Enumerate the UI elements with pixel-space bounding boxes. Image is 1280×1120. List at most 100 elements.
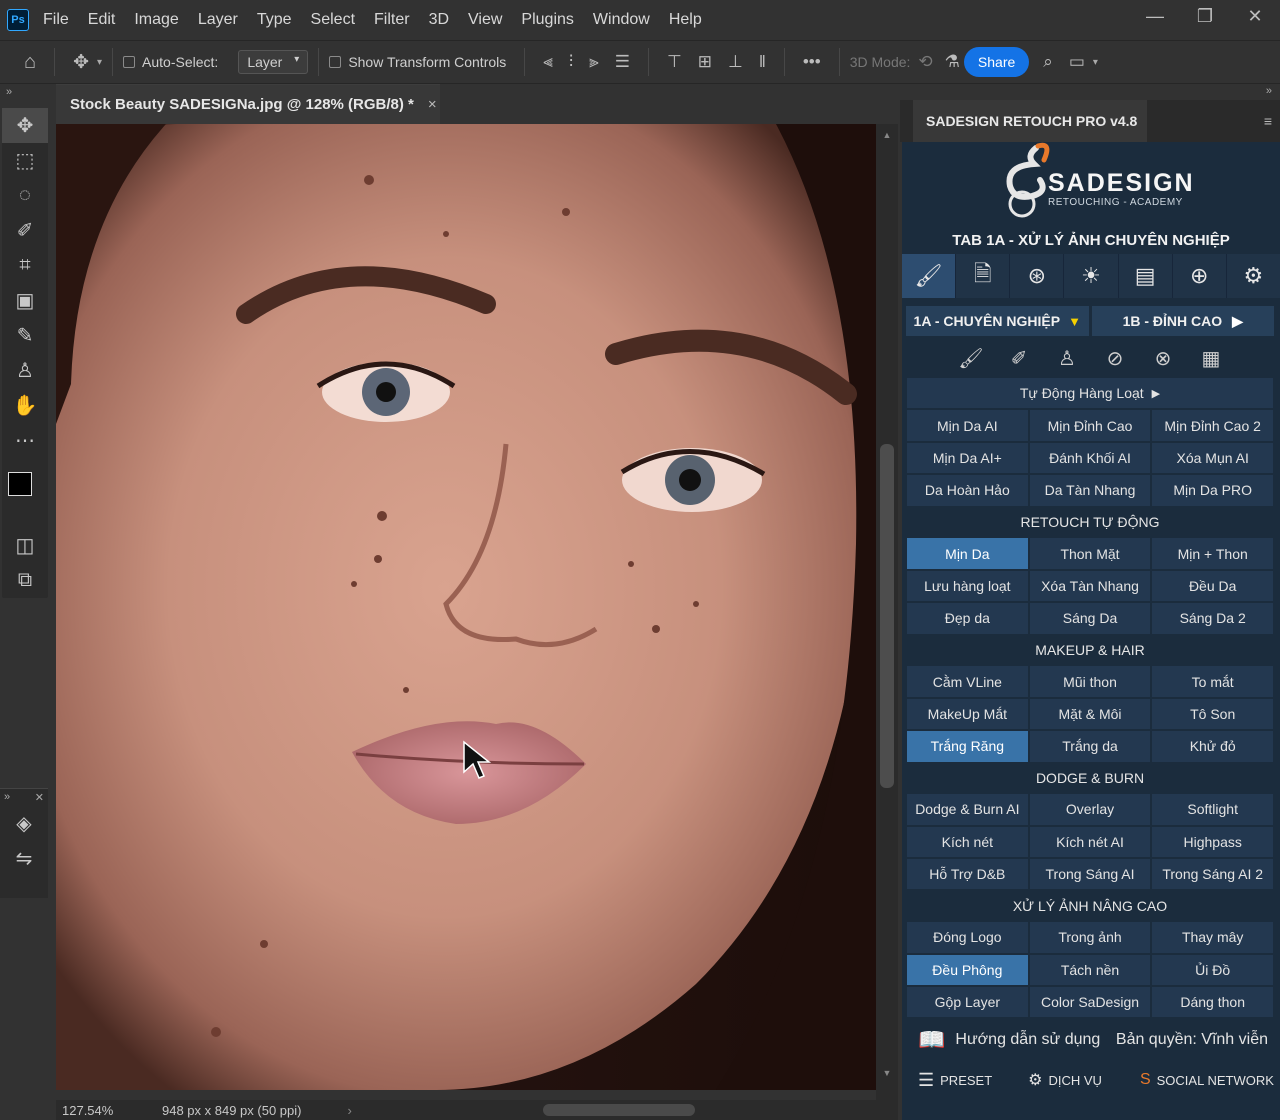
hand-tool[interactable]: ✋ bbox=[2, 388, 48, 423]
history-icon[interactable]: ⇋ bbox=[0, 841, 48, 876]
action-button[interactable]: Softlight bbox=[1152, 794, 1274, 825]
action-button[interactable]: Trong Sáng AI bbox=[1029, 859, 1151, 890]
action-button[interactable]: Color SaDesign bbox=[1029, 987, 1151, 1018]
lasso-tool[interactable]: ◌ bbox=[2, 178, 48, 213]
settings-tab-icon[interactable]: ⚙ bbox=[1227, 254, 1280, 298]
menu-type[interactable]: Type bbox=[257, 11, 292, 29]
chevron-down-icon[interactable]: ▾ bbox=[1093, 57, 1098, 68]
action-button[interactable]: Kích nét AI bbox=[1029, 826, 1151, 858]
expand-icon[interactable]: » bbox=[6, 86, 12, 98]
expand-icon[interactable]: » bbox=[4, 791, 10, 804]
stamp-tool[interactable]: ♙ bbox=[2, 353, 48, 388]
flask-icon[interactable]: ⚗ bbox=[945, 52, 960, 72]
menu-filter[interactable]: Filter bbox=[374, 11, 410, 29]
action-button[interactable]: MakeUp Mắt bbox=[907, 698, 1028, 730]
more-options-icon[interactable]: ••• bbox=[803, 52, 821, 72]
action-button[interactable]: Sáng Da bbox=[1029, 603, 1151, 634]
panel-title-tab[interactable]: SADESIGN RETOUCH PRO v4.8 bbox=[913, 100, 1148, 142]
action-button[interactable]: Mịn Da AI bbox=[907, 410, 1028, 441]
home-icon[interactable]: ⌂ bbox=[24, 51, 36, 74]
document-tab-icon[interactable]: 🗎 bbox=[956, 254, 1011, 298]
photoshop-logo[interactable]: Ps bbox=[7, 9, 29, 31]
frame-tool[interactable]: ▣ bbox=[2, 283, 48, 318]
action-button[interactable]: Dodge & Burn AI bbox=[907, 794, 1028, 825]
social-link[interactable]: SOCIAL NETWORK bbox=[1157, 1073, 1274, 1088]
action-button[interactable]: Mịn + Thon bbox=[1152, 538, 1274, 569]
scroll-down-icon[interactable]: ▼ bbox=[876, 1068, 898, 1078]
close-icon[interactable]: ✕ bbox=[1230, 0, 1280, 32]
subtab-1b[interactable]: 1B - ĐỈNH CAO ▶ bbox=[1091, 306, 1274, 336]
menu-plugins[interactable]: Plugins bbox=[521, 11, 573, 29]
action-button[interactable]: Kích nét bbox=[907, 826, 1028, 858]
action-button[interactable]: Trong ảnh bbox=[1029, 922, 1151, 953]
service-link[interactable]: DỊCH VỤ bbox=[1049, 1073, 1102, 1088]
align-right-icon[interactable]: ⫸ bbox=[589, 52, 599, 72]
foreground-color[interactable] bbox=[8, 472, 32, 496]
workspace-icon[interactable]: ▭ bbox=[1069, 52, 1085, 72]
action-button[interactable]: Da Tàn Nhang bbox=[1029, 475, 1151, 506]
action-button[interactable]: Lưu hàng loạt bbox=[907, 570, 1028, 602]
menu-layer[interactable]: Layer bbox=[198, 11, 238, 29]
rgb-tab-icon[interactable]: ⊕ bbox=[1173, 254, 1227, 298]
action-button[interactable]: Mịn Da bbox=[907, 538, 1028, 569]
action-button[interactable]: Tách nền bbox=[1029, 954, 1151, 986]
brush-icon[interactable]: 🖌 bbox=[956, 346, 986, 371]
menu-image[interactable]: Image bbox=[134, 11, 178, 29]
action-button[interactable]: Đều Phông bbox=[907, 954, 1028, 986]
action-button[interactable]: Đóng Logo bbox=[907, 922, 1028, 953]
brush-tool[interactable]: ✎ bbox=[2, 318, 48, 353]
brightness-tab-icon[interactable]: ☀ bbox=[1064, 254, 1119, 298]
psd-tab-icon[interactable]: ▤ bbox=[1119, 254, 1173, 298]
action-button[interactable]: Xóa Tàn Nhang bbox=[1029, 570, 1151, 602]
collapse-icon[interactable]: » bbox=[1266, 85, 1272, 97]
align-center-icon[interactable]: ⫶ bbox=[569, 52, 573, 72]
action-button[interactable]: Đánh Khối AI bbox=[1029, 442, 1151, 474]
align-bottom-icon[interactable]: ⊥ bbox=[728, 52, 743, 72]
restore-icon[interactable]: ❐ bbox=[1180, 0, 1230, 32]
chevron-right-icon[interactable]: › bbox=[347, 1103, 351, 1118]
action-button[interactable]: Mặt & Môi bbox=[1029, 698, 1151, 730]
scroll-thumb[interactable] bbox=[543, 1104, 695, 1116]
guide-link[interactable]: Hướng dẫn sử dụng bbox=[955, 1031, 1100, 1049]
align-top-icon[interactable]: ⊤ bbox=[667, 52, 682, 72]
menu-select[interactable]: Select bbox=[311, 11, 355, 29]
action-button[interactable]: Xóa Mụn AI bbox=[1152, 442, 1274, 474]
action-button[interactable]: Đẹp da bbox=[907, 603, 1028, 634]
close-icon[interactable]: ✕ bbox=[35, 791, 44, 804]
menu-window[interactable]: Window bbox=[593, 11, 650, 29]
quick-mask-icon[interactable]: ◫ bbox=[2, 528, 48, 563]
move-tool-icon[interactable]: ✥ bbox=[73, 51, 89, 74]
action-button[interactable]: Sáng Da 2 bbox=[1152, 603, 1274, 634]
auto-batch-button[interactable]: Tự Động Hàng Loạt ▶ bbox=[907, 378, 1273, 409]
menu-view[interactable]: View bbox=[468, 11, 502, 29]
scroll-up-icon[interactable]: ▲ bbox=[876, 130, 898, 140]
vertical-scrollbar[interactable]: ▲ ▼ bbox=[876, 124, 898, 1100]
scroll-thumb[interactable] bbox=[880, 444, 894, 788]
distribute-vertical-icon[interactable]: ‖ bbox=[759, 52, 766, 72]
auto-select-dropdown[interactable]: Layer ▾ bbox=[238, 50, 309, 74]
screen-mode-icon[interactable]: ⧉ bbox=[2, 563, 48, 598]
menu-edit[interactable]: Edit bbox=[88, 11, 116, 29]
chevron-down-icon[interactable]: ▾ bbox=[97, 57, 102, 68]
minimize-icon[interactable]: — bbox=[1130, 0, 1180, 32]
action-button[interactable]: Trong Sáng AI 2 bbox=[1152, 859, 1274, 890]
color-swatches[interactable] bbox=[2, 458, 48, 528]
action-button[interactable]: Thay mây bbox=[1152, 922, 1274, 953]
image-canvas[interactable] bbox=[56, 124, 876, 1090]
subtab-1a[interactable]: 1A - CHUYÊN NGHIỆP ▼ bbox=[906, 306, 1089, 336]
action-button[interactable]: Mịn Da PRO bbox=[1152, 475, 1274, 506]
auto-select-checkbox[interactable] bbox=[123, 56, 136, 68]
action-button[interactable]: Gộp Layer bbox=[907, 987, 1028, 1018]
aperture-tab-icon[interactable]: ⊛ bbox=[1010, 254, 1065, 298]
action-button[interactable]: Thon Mặt bbox=[1029, 538, 1151, 569]
action-button[interactable]: Mịn Đỉnh Cao bbox=[1029, 410, 1151, 441]
menu-file[interactable]: File bbox=[43, 11, 69, 29]
menu-3d[interactable]: 3D bbox=[429, 11, 449, 29]
panel-menu-icon[interactable]: ≡ bbox=[1264, 113, 1272, 129]
bandage-icon[interactable]: ⊗ bbox=[1148, 346, 1178, 371]
more-tools-icon[interactable]: ⋯ bbox=[2, 423, 48, 458]
action-button[interactable]: Tô Son bbox=[1152, 698, 1274, 730]
menu-help[interactable]: Help bbox=[669, 11, 702, 29]
align-middle-icon[interactable]: ⊞ bbox=[698, 52, 712, 72]
horizontal-scrollbar[interactable] bbox=[376, 1100, 898, 1120]
